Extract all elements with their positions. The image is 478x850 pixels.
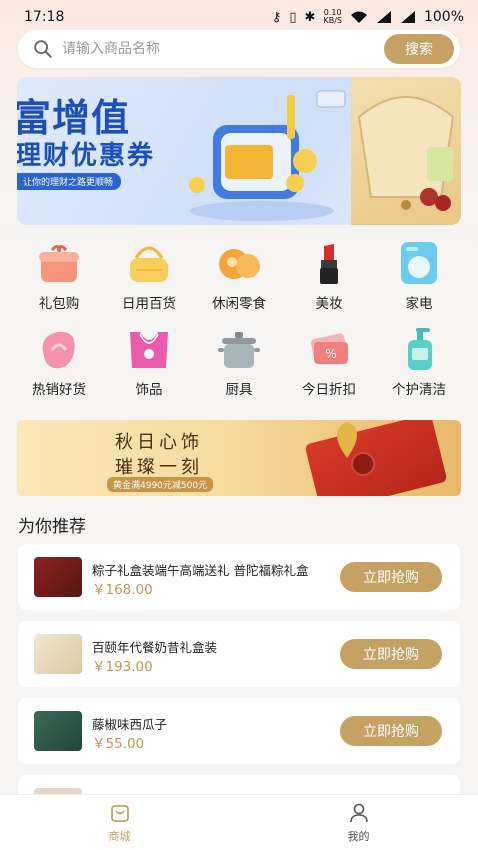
- fan-illustration: [357, 96, 455, 211]
- signal-icon: [376, 11, 391, 23]
- category-label: 美妆: [315, 296, 343, 312]
- category-makeup[interactable]: 美妆: [284, 240, 374, 316]
- category-personal-care[interactable]: 个护清洁: [374, 326, 464, 402]
- key-icon: ⚷: [271, 9, 282, 25]
- product-name: 藤椒味西瓜子: [92, 717, 168, 732]
- mailbox-illustration: [189, 90, 346, 221]
- vibrate-icon: ▯: [289, 9, 297, 25]
- nav-label-mall: 商城: [108, 830, 131, 843]
- product-price: ￥193.00: [92, 659, 153, 675]
- product-image: [34, 557, 82, 597]
- user-icon: [349, 803, 368, 823]
- search-button[interactable]: 搜索: [384, 34, 454, 64]
- category-snacks[interactable]: 休闲零食: [194, 240, 284, 316]
- category-appliances[interactable]: 家电: [374, 240, 464, 316]
- search-input[interactable]: [62, 41, 362, 57]
- necklace-icon: [130, 332, 168, 368]
- hot-sale-icon: [42, 331, 75, 369]
- pump-bottle-icon: [408, 328, 432, 370]
- buy-now-button[interactable]: 立即抢购: [340, 716, 442, 746]
- category-accessories[interactable]: 饰品: [104, 326, 194, 402]
- promo-title-line1: 秋日心饰: [115, 432, 203, 453]
- category-label: 个护清洁: [392, 382, 446, 398]
- product-price: ￥168.00: [92, 582, 153, 598]
- product-image: [34, 711, 82, 751]
- category-label: 休闲零食: [212, 296, 266, 312]
- product-name: 粽子礼盒装端午高端送礼 普陀福粽礼盒: [92, 563, 309, 578]
- product-image: [34, 634, 82, 674]
- bottom-nav: 商城 我的: [0, 794, 478, 850]
- category-daily-discount[interactable]: % 今日折扣: [284, 326, 374, 402]
- promo-banner-carousel[interactable]: 富增值 理财优惠券 让你的理财之路更顺畅: [17, 77, 461, 225]
- recommend-section-title: 为你推荐: [18, 517, 86, 537]
- category-kitchenware[interactable]: 厨具: [194, 326, 284, 402]
- washing-machine-icon: [401, 242, 437, 284]
- category-label: 热销好货: [32, 382, 86, 398]
- shopping-bag-icon: [110, 805, 129, 822]
- banner-title: 富增值: [17, 96, 131, 140]
- pot-icon: [218, 332, 260, 368]
- nav-tab-mine[interactable]: 我的: [239, 795, 478, 850]
- category-label: 家电: [405, 296, 433, 312]
- category-label: 礼包购: [38, 296, 80, 312]
- buy-now-button[interactable]: 立即抢购: [340, 639, 442, 669]
- product-name: 百颐年代餐奶昔礼盒装: [92, 640, 218, 655]
- snack-icon: [219, 249, 260, 279]
- nav-tab-mall[interactable]: 商城: [0, 795, 239, 850]
- category-label: 日用百货: [122, 296, 176, 312]
- product-card[interactable]: 百颐年代餐奶昔礼盒装 ￥193.00 立即抢购: [18, 621, 460, 687]
- banner-next-slide: [351, 77, 461, 225]
- net-speed-unit: KB/S: [323, 16, 342, 25]
- product-price: ￥55.00: [92, 736, 145, 752]
- net-speed: 0.10 KB/S: [323, 9, 342, 25]
- promo-title-line2: 璀璨一刻: [115, 457, 203, 478]
- status-bar: 17:18 ⚷ ▯ ✱ 0.10 KB/S 100%: [0, 0, 478, 34]
- product-card[interactable]: 藤椒味西瓜子 ￥55.00 立即抢购: [18, 698, 460, 764]
- category-label: 饰品: [135, 382, 163, 398]
- basket-icon: [130, 246, 168, 282]
- status-time: 17:18: [24, 9, 65, 25]
- buy-now-button[interactable]: 立即抢购: [340, 562, 442, 592]
- search-icon: [34, 40, 52, 58]
- ginkgo-leaf-icon: [337, 422, 357, 458]
- product-card[interactable]: 粽子礼盒装端午高端送礼 普陀福粽礼盒 ￥168.00 立即抢购: [18, 544, 460, 610]
- svg-text:%: %: [325, 347, 336, 361]
- search-bar[interactable]: 搜索: [18, 30, 460, 68]
- category-gift-pack[interactable]: 礼包购: [14, 240, 104, 316]
- category-daily-goods[interactable]: 日用百货: [104, 240, 194, 316]
- bluetooth-icon: ✱: [304, 9, 316, 25]
- banner-tagline: 让你的理财之路更顺畅: [17, 173, 122, 190]
- category-label: 厨具: [225, 382, 253, 398]
- status-icons: ⚷ ▯ ✱ 0.10 KB/S 100%: [271, 9, 464, 26]
- promo-tag: 黄金满4990元减500元: [107, 477, 214, 492]
- category-grid: 礼包购 日用百货 休闲零食 美妆 家电 热销好货 饰品 厨具 % 今日折扣 个护…: [14, 240, 464, 402]
- category-hot-sale[interactable]: 热销好货: [14, 326, 104, 402]
- coupon-icon: %: [310, 333, 348, 364]
- nav-label-mine: 我的: [347, 830, 370, 843]
- category-label: 今日折扣: [302, 382, 356, 398]
- jewelry-promo-banner[interactable]: 秋日心饰 璀璨一刻 黄金满4990元减500元: [17, 420, 461, 496]
- signal-icon-2: [400, 11, 415, 23]
- lipstick-icon: [320, 244, 338, 284]
- battery-level: 100%: [423, 9, 464, 25]
- gift-box-icon: [39, 245, 79, 282]
- banner-subtitle: 理财优惠券: [17, 141, 156, 171]
- wifi-icon: [350, 11, 367, 23]
